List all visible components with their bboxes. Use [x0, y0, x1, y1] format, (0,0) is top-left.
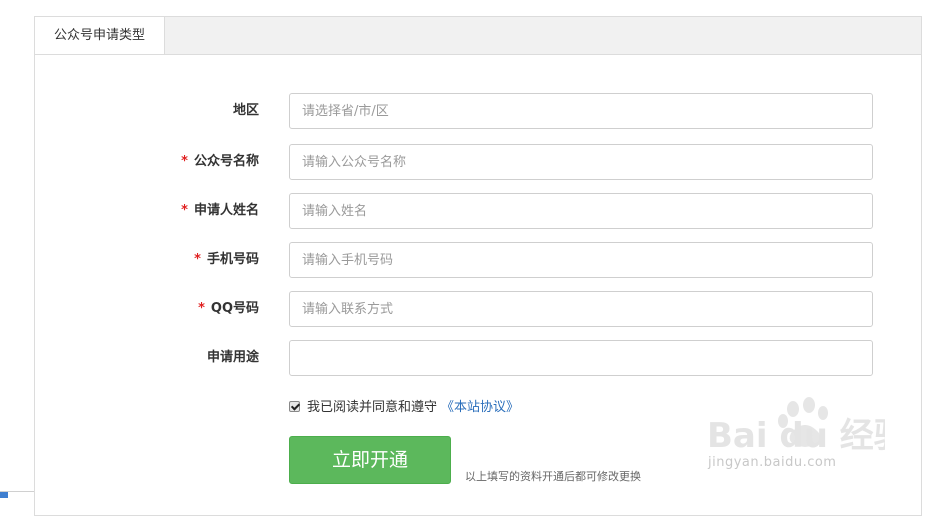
qq-input[interactable] — [289, 291, 873, 327]
required-mark: * — [194, 252, 201, 267]
purpose-label: 申请用途 — [206, 350, 259, 365]
row-region: 地区 — [35, 93, 921, 129]
row-qq: * QQ号码 — [35, 291, 921, 327]
tab-bar: 公众号申请类型 — [35, 17, 921, 55]
agreement-checkbox[interactable] — [289, 401, 300, 412]
purpose-input[interactable] — [289, 340, 873, 376]
required-mark: * — [198, 301, 205, 316]
agreement-row: 我已阅读并同意和遵守 《本站协议》 — [289, 399, 519, 417]
agreement-text: 我已阅读并同意和遵守 — [307, 400, 438, 415]
submit-note: 以上填写的资料开通后都可修改更换 — [465, 470, 641, 483]
row-applicant-name: * 申请人姓名 — [35, 193, 921, 229]
applicant-name-input[interactable] — [289, 193, 873, 229]
tab-account-type[interactable]: 公众号申请类型 — [35, 17, 165, 54]
agreement-link[interactable]: 《本站协议》 — [441, 400, 519, 415]
edge-indicator — [0, 492, 8, 498]
submit-button[interactable]: 立即开通 — [289, 436, 451, 484]
region-label: 地区 — [232, 103, 259, 118]
account-name-input[interactable] — [289, 144, 873, 180]
required-mark: * — [181, 154, 188, 169]
required-mark: * — [181, 203, 188, 218]
watermark-url: jingyan.baidu.com — [708, 455, 837, 470]
watermark-logo-text: Bai du 经验 — [707, 416, 885, 456]
baidu-watermark-logo: Bai du 经验 — [707, 397, 885, 456]
phone-input[interactable] — [289, 242, 873, 278]
phone-label: * 手机号码 — [194, 252, 259, 267]
row-purpose: 申请用途 — [35, 340, 921, 376]
account-name-label: * 公众号名称 — [181, 154, 259, 169]
region-select-input[interactable] — [289, 93, 873, 129]
qq-label: * QQ号码 — [198, 301, 259, 316]
applicant-name-label: * 申请人姓名 — [181, 203, 259, 218]
row-phone: * 手机号码 — [35, 242, 921, 278]
row-account-name: * 公众号名称 — [35, 144, 921, 180]
